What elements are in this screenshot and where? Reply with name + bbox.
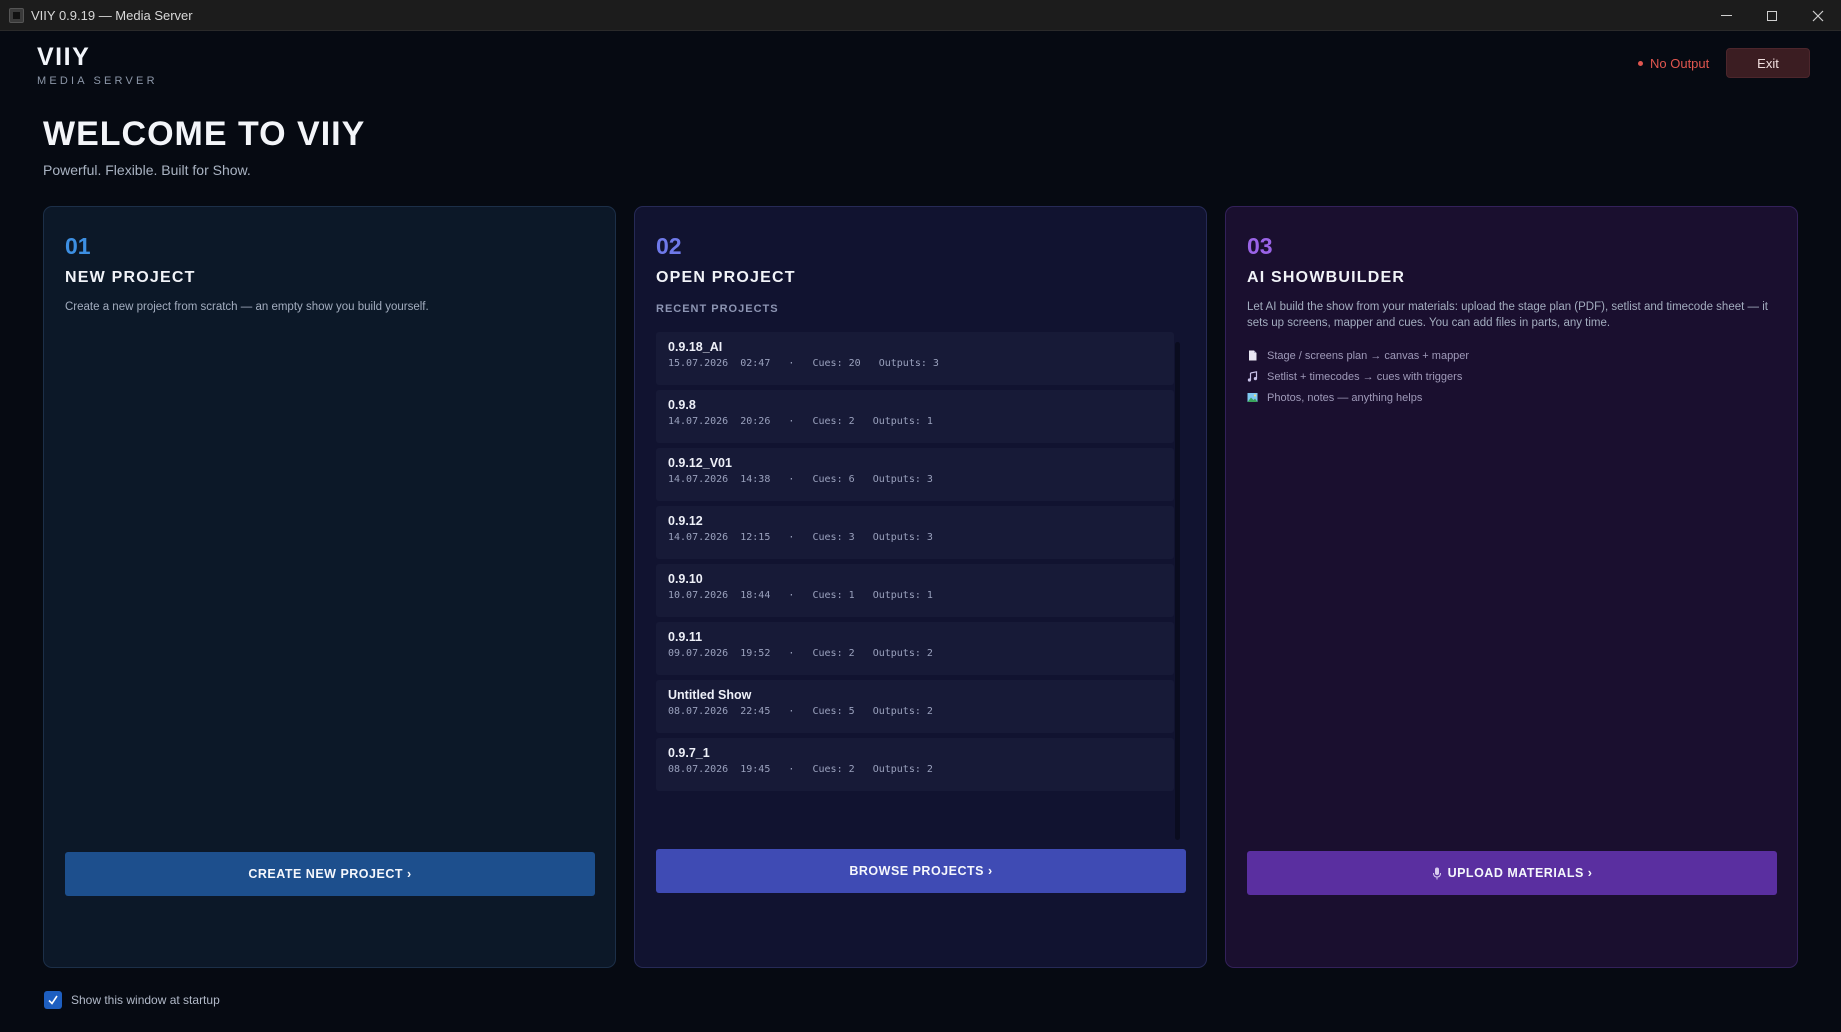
recent-project-name: 0.9.8 — [668, 398, 696, 412]
feature-text: Stage / screens plan → canvas + mapper — [1267, 349, 1470, 362]
recent-project-item[interactable]: 0.9.12 14.07.2026 12:15 · Cues: 3 Output… — [656, 506, 1174, 559]
panel-number: 02 — [656, 233, 682, 259]
recent-project-item[interactable]: 0.9.18_AI 15.07.2026 02:47 · Cues: 20 Ou… — [656, 332, 1174, 385]
page-title: WELCOME TO VIIY — [43, 115, 366, 153]
page-subtitle: Powerful. Flexible. Built for Show. — [43, 162, 251, 178]
feature-item: Stage / screens plan → canvas + mapper — [1247, 345, 1776, 366]
recent-project-name: 0.9.11 — [668, 630, 703, 644]
minimize-button[interactable] — [1703, 0, 1749, 31]
upload-materials-label: UPLOAD MATERIALS › — [1447, 866, 1593, 880]
feature-list: Stage / screens plan → canvas + mapper S… — [1247, 345, 1776, 408]
image-icon — [1247, 392, 1258, 403]
recent-projects-scrollbar[interactable] — [1175, 342, 1180, 840]
window-titlebar: VIIY 0.9.19 — Media Server — [0, 0, 1841, 31]
microphone-icon — [1432, 867, 1441, 879]
brand-subtitle: MEDIA SERVER — [37, 75, 158, 87]
recent-project-name: 0.9.18_AI — [668, 340, 723, 354]
feature-item: Photos, notes — anything helps — [1247, 387, 1776, 408]
browse-projects-button[interactable]: BROWSE PROJECTS › — [656, 849, 1186, 893]
recent-project-name: Untitled Show — [668, 688, 752, 702]
recent-project-name: 0.9.12 — [668, 514, 703, 528]
status-dot-icon — [1638, 61, 1643, 66]
panel-description: Create a new project from scratch — an e… — [65, 301, 429, 313]
exit-button[interactable]: Exit — [1726, 48, 1810, 78]
output-status: No Output — [1638, 56, 1709, 71]
recent-project-meta: 15.07.2026 02:47 · Cues: 20 Outputs: 3 — [668, 358, 939, 369]
recent-project-item[interactable]: Untitled Show 08.07.2026 22:45 · Cues: 5… — [656, 680, 1174, 733]
show-at-startup-checkbox[interactable] — [44, 991, 62, 1009]
new-project-panel: 01 NEW PROJECT Create a new project from… — [43, 206, 616, 968]
close-icon — [1812, 10, 1824, 21]
recent-project-item[interactable]: 0.9.10 10.07.2026 18:44 · Cues: 1 Output… — [656, 564, 1174, 617]
recent-project-item[interactable]: 0.9.12_V01 14.07.2026 14:38 · Cues: 6 Ou… — [656, 448, 1174, 501]
recent-project-name: 0.9.10 — [668, 572, 703, 586]
feature-text: Photos, notes — anything helps — [1267, 391, 1423, 404]
panel-title: NEW PROJECT — [65, 269, 196, 286]
output-status-label: No Output — [1650, 56, 1710, 71]
ai-showbuilder-panel: 03 AI SHOWBUILDER Let AI build the show … — [1225, 206, 1798, 968]
recent-project-item[interactable]: 0.9.7_1 08.07.2026 19:45 · Cues: 2 Outpu… — [656, 738, 1174, 791]
checkmark-icon — [48, 995, 58, 1005]
upload-materials-button[interactable]: UPLOAD MATERIALS › — [1247, 851, 1777, 895]
recent-project-meta: 14.07.2026 12:15 · Cues: 3 Outputs: 3 — [668, 532, 933, 543]
recent-project-name: 0.9.12_V01 — [668, 456, 732, 470]
minimize-icon — [1720, 15, 1732, 16]
app-icon — [9, 7, 24, 23]
recent-project-meta: 10.07.2026 18:44 · Cues: 1 Outputs: 1 — [668, 590, 933, 601]
maximize-icon — [1767, 10, 1777, 21]
show-at-startup-label: Show this window at startup — [71, 993, 220, 1007]
panel-number: 01 — [65, 233, 91, 259]
show-at-startup-option[interactable]: Show this window at startup — [44, 991, 220, 1009]
open-project-panel: 02 OPEN PROJECT RECENT PROJECTS 0.9.18_A… — [634, 206, 1207, 968]
create-new-project-button[interactable]: CREATE NEW PROJECT › — [65, 852, 595, 896]
recent-project-meta: 08.07.2026 22:45 · Cues: 5 Outputs: 2 — [668, 706, 933, 717]
maximize-button[interactable] — [1749, 0, 1795, 31]
recent-project-item[interactable]: 0.9.8 14.07.2026 20:26 · Cues: 2 Outputs… — [656, 390, 1174, 443]
recent-project-item[interactable]: 0.9.11 09.07.2026 19:52 · Cues: 2 Output… — [656, 622, 1174, 675]
panel-number: 03 — [1247, 233, 1273, 259]
music-note-icon — [1247, 371, 1258, 382]
recent-projects-label: RECENT PROJECTS — [656, 303, 779, 315]
recent-project-meta: 09.07.2026 19:52 · Cues: 2 Outputs: 2 — [668, 648, 933, 659]
recent-project-meta: 14.07.2026 20:26 · Cues: 2 Outputs: 1 — [668, 416, 933, 427]
document-icon — [1247, 350, 1258, 361]
brand-name: VIIY — [37, 43, 91, 71]
recent-project-meta: 08.07.2026 19:45 · Cues: 2 Outputs: 2 — [668, 764, 933, 775]
brand-logo: VIIY MEDIA SERVER — [37, 43, 158, 87]
recent-project-meta: 14.07.2026 14:38 · Cues: 6 Outputs: 3 — [668, 474, 933, 485]
close-button[interactable] — [1795, 0, 1841, 31]
window-title: VIIY 0.9.19 — Media Server — [31, 7, 193, 23]
recent-project-name: 0.9.7_1 — [668, 746, 710, 760]
feature-item: Setlist + timecodes → cues with triggers — [1247, 366, 1776, 387]
panel-title: OPEN PROJECT — [656, 269, 796, 286]
recent-projects-list: 0.9.18_AI 15.07.2026 02:47 · Cues: 20 Ou… — [656, 332, 1188, 840]
feature-text: Setlist + timecodes → cues with triggers — [1267, 370, 1463, 383]
panel-description: Let AI build the show from your material… — [1247, 301, 1768, 329]
panel-title: AI SHOWBUILDER — [1247, 269, 1406, 286]
window-controls — [1703, 0, 1841, 31]
